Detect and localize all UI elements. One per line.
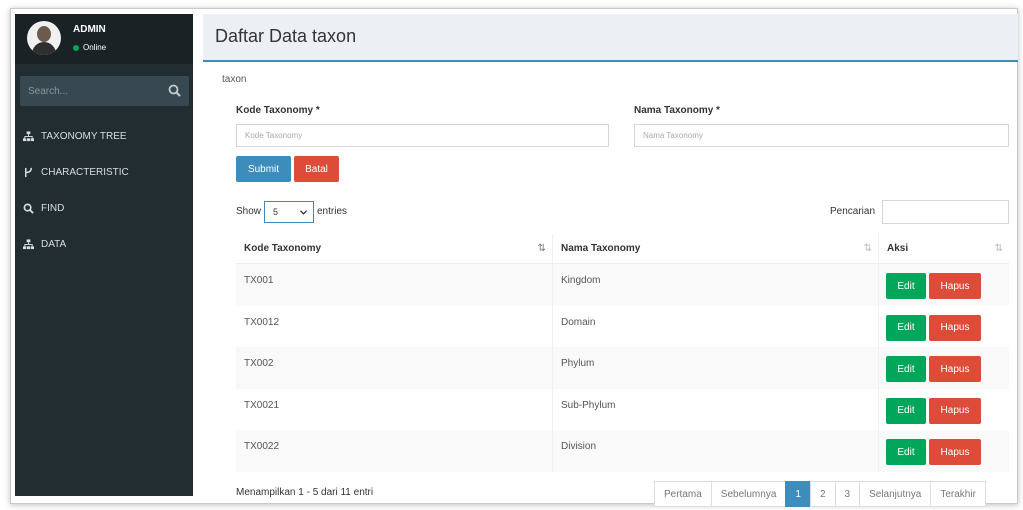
search-icon[interactable] (167, 83, 183, 99)
breadcrumb: taxon (222, 74, 247, 85)
hapus-button[interactable]: Hapus (929, 397, 981, 424)
sidebar-item-characteristic[interactable]: CHARACTERISTIC (15, 154, 193, 190)
kode-taxonomy-label: Kode Taxonomy * (236, 105, 320, 116)
cell-aksi: Edit Hapus (879, 306, 1009, 348)
cell-kode: TX0021 (236, 388, 553, 430)
code-fork-icon (25, 167, 32, 177)
sidebar-search (20, 76, 189, 106)
sidebar-menu: TAXONOMY TREE CHARACTERISTIC FIND DATA (15, 118, 193, 262)
sidebar-item-label: DATA (41, 238, 67, 250)
hapus-button[interactable]: Hapus (929, 356, 981, 382)
sort-icon: ⇅ (863, 243, 872, 254)
cell-nama: Domain (553, 305, 879, 347)
sidebar-item-taxonomy-tree[interactable]: TAXONOMY TREE (15, 118, 193, 154)
cell-kode: TX002 (236, 347, 553, 389)
sidebar-item-label: FIND (41, 202, 65, 214)
edit-button[interactable]: Edit (886, 397, 926, 424)
cell-kode: TX001 (236, 264, 553, 306)
submit-button[interactable]: Submit (236, 156, 291, 182)
edit-button[interactable]: Edit (886, 356, 926, 382)
sidebar-search-input[interactable] (20, 76, 160, 106)
column-header-kode[interactable]: Kode Taxonomy ⇅ (236, 234, 553, 263)
cell-aksi: Edit Hapus (879, 347, 1009, 389)
table-row: TX002 Phylum Edit Hapus (236, 347, 1009, 389)
page-title: Daftar Data taxon (215, 26, 357, 46)
column-header-aksi[interactable]: Aksi ⇅ (879, 234, 1009, 263)
batal-button[interactable]: Batal (294, 156, 339, 182)
sidebar-item-find[interactable]: FIND (15, 190, 193, 226)
table-row: TX0021 Sub-Phylum Edit Hapus (236, 388, 1009, 431)
hapus-button[interactable]: Hapus (929, 439, 981, 465)
cell-aksi: Edit Hapus (879, 264, 1009, 306)
hapus-button[interactable]: Hapus (929, 273, 981, 299)
column-header-nama[interactable]: Nama Taxonomy ⇅ (553, 234, 879, 263)
cell-kode: TX0012 (236, 305, 553, 347)
table-row: TX0012 Domain Edit Hapus (236, 305, 1009, 348)
pencarian-input[interactable] (882, 200, 1009, 224)
pagination: Pertama Sebelumnya 1 2 3 Selanjutnya Ter… (654, 481, 986, 507)
kode-taxonomy-input[interactable] (236, 124, 609, 147)
cell-nama: Kingdom (553, 264, 879, 306)
search-icon (23, 203, 34, 214)
sitemap-icon (23, 130, 34, 141)
page-prev-button[interactable]: Sebelumnya (710, 481, 787, 507)
pencarian-label: Pencarian (830, 206, 876, 217)
edit-button[interactable]: Edit (886, 273, 926, 299)
sort-icon: ⇅ (994, 243, 1003, 254)
cell-nama: Phylum (553, 347, 879, 389)
page-last-button[interactable]: Terakhir (930, 481, 986, 507)
edit-button[interactable]: Edit (886, 439, 926, 465)
online-dot-icon (73, 44, 79, 51)
page-3-button[interactable]: 3 (834, 481, 861, 507)
show-label: Show (236, 206, 262, 217)
nama-taxonomy-label: Nama Taxonomy * (634, 105, 720, 116)
table-info: Menampilkan 1 - 5 dari 11 entri (236, 487, 374, 498)
page-1-button[interactable]: 1 (785, 481, 811, 507)
hapus-button[interactable]: Hapus (929, 314, 981, 341)
page-header: Daftar Data taxon (203, 14, 1018, 62)
sitemap-icon (23, 238, 34, 249)
entries-select[interactable]: 5 (264, 201, 314, 223)
cell-nama: Sub-Phylum (553, 388, 879, 430)
user-status: Online (73, 43, 106, 52)
entries-label: entries (317, 206, 348, 217)
page-first-button[interactable]: Pertama (654, 481, 712, 507)
chevron-down-icon (299, 210, 308, 215)
cell-aksi: Edit Hapus (879, 389, 1009, 431)
avatar (27, 21, 61, 55)
sidebar-item-label: TAXONOMY TREE (41, 130, 127, 142)
user-status-label: Online (83, 43, 107, 52)
nama-taxonomy-input[interactable] (634, 124, 1009, 147)
entries-select-value: 5 (273, 207, 279, 217)
cell-kode: TX0022 (236, 430, 553, 472)
table-header: Kode Taxonomy ⇅ Nama Taxonomy ⇅ Aksi ⇅ (236, 234, 1009, 264)
edit-button[interactable]: Edit (886, 314, 926, 341)
table-row: TX001 Kingdom Edit Hapus (236, 264, 1009, 306)
sort-asc-icon: ⇅ (537, 243, 546, 254)
sidebar-item-data[interactable]: DATA (15, 226, 193, 262)
cell-nama: Division (553, 430, 879, 472)
page-2-button[interactable]: 2 (809, 481, 836, 507)
cell-aksi: Edit Hapus (879, 430, 1009, 472)
page-next-button[interactable]: Selanjutnya (859, 481, 932, 507)
sidebar: ADMIN Online TAXONOMY TREE (15, 14, 193, 496)
main-content: Daftar Data taxon taxon Kode Taxonomy * … (203, 14, 1018, 507)
user-name: ADMIN (73, 24, 106, 35)
table-row: TX0022 Division Edit Hapus (236, 430, 1009, 472)
user-panel: ADMIN Online (15, 14, 193, 64)
sidebar-item-label: CHARACTERISTIC (41, 166, 129, 178)
taxon-table: Kode Taxonomy ⇅ Nama Taxonomy ⇅ Aksi ⇅ T… (236, 234, 1009, 472)
